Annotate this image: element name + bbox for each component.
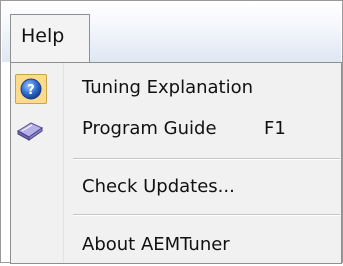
menu-item-label: About AEMTuner (82, 234, 230, 255)
menu-item-tuning-explanation[interactable]: ? Tuning Explanation (11, 69, 341, 109)
menu-separator (73, 214, 340, 216)
help-circle-icon: ? (20, 78, 42, 100)
menu-item-check-updates[interactable]: Check Updates... (11, 168, 341, 208)
menu-help-label: Help (21, 25, 65, 47)
help-dropdown-menu: ? Tuning Explanation Program Guide F1 Ch… (10, 62, 342, 264)
menu-separator (73, 158, 340, 160)
menu-item-label: Tuning Explanation (82, 77, 254, 98)
menu-item-program-guide[interactable]: Program Guide F1 (11, 110, 341, 150)
menu-help[interactable]: Help (10, 14, 90, 63)
window-frame: Help ? Tuning Explanation Program Guide … (0, 0, 343, 264)
checked-indicator: ? (15, 74, 47, 104)
svg-text:?: ? (27, 83, 35, 98)
book-icon (17, 122, 44, 141)
menu-item-shortcut: F1 (264, 118, 286, 139)
menu-item-label: Program Guide (82, 118, 217, 139)
menu-item-about[interactable]: About AEMTuner (11, 226, 341, 266)
menu-item-label: Check Updates... (82, 176, 235, 197)
book-icon-holder (15, 115, 47, 145)
